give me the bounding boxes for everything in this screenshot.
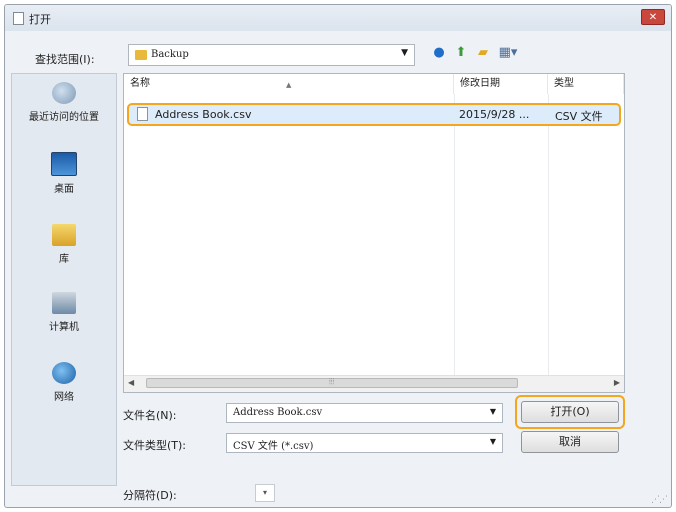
open-dialog: 打开 ✕ 查找范围(I): Backup ▼ ● ⬆ ▰ ▦▾ 最近访问的位置 …	[4, 4, 672, 508]
column-header-name[interactable]: 名称 ▲	[124, 74, 454, 94]
scroll-left-icon[interactable]: ◀	[128, 378, 134, 387]
cancel-button[interactable]: 取消	[521, 431, 619, 453]
title-bar: 打开 ✕	[5, 5, 671, 31]
column-divider	[454, 94, 455, 376]
resize-grip-icon[interactable]: ⋰⋰	[651, 495, 668, 505]
file-type: CSV 文件	[555, 110, 603, 123]
separator-label: 分隔符(D):	[123, 489, 177, 502]
filetype-dropdown[interactable]: CSV 文件 (*.csv) ▼	[226, 433, 503, 453]
look-in-dropdown[interactable]: Backup ▼	[128, 44, 415, 66]
places-bar: 最近访问的位置 桌面 库 计算机 网络	[11, 73, 117, 486]
place-label: 库	[59, 254, 69, 265]
file-name: Address Book.csv	[155, 108, 252, 121]
network-icon	[52, 362, 76, 384]
column-label: 类型	[554, 78, 574, 89]
view-menu-icon[interactable]: ▦▾	[497, 45, 519, 61]
file-list[interactable]: 名称 ▲ 修改日期 类型 Address Book.csv 2015/9/28 …	[123, 73, 625, 393]
place-library[interactable]: 库	[12, 224, 116, 265]
chevron-down-icon[interactable]: ▼	[490, 437, 496, 446]
file-row-selected[interactable]: Address Book.csv 2015/9/28 ... CSV 文件	[127, 103, 621, 126]
file-date: 2015/9/28 ...	[459, 108, 530, 121]
filename-input[interactable]: Address Book.csv ▼	[226, 403, 503, 423]
filetype-label: 文件类型(T):	[123, 439, 187, 452]
library-icon	[52, 224, 76, 246]
scroll-right-icon[interactable]: ▶	[614, 378, 620, 387]
dialog-title: 打开	[29, 13, 51, 26]
place-recent[interactable]: 最近访问的位置	[12, 82, 116, 123]
column-header-type[interactable]: 类型	[548, 74, 624, 94]
chevron-down-icon[interactable]: ▼	[401, 48, 408, 58]
place-computer[interactable]: 计算机	[12, 292, 116, 333]
column-label: 名称	[130, 78, 150, 89]
computer-icon	[52, 292, 76, 314]
new-folder-icon[interactable]: ▰	[475, 45, 491, 61]
document-icon	[13, 12, 24, 25]
recent-places-icon	[52, 82, 76, 104]
folder-icon	[135, 50, 147, 60]
separator-dropdown[interactable]: ▾	[255, 484, 275, 502]
thumb-grip-icon: ⦙⦙⦙	[329, 377, 335, 386]
csv-file-icon	[137, 107, 148, 121]
place-desktop[interactable]: 桌面	[12, 152, 116, 195]
column-label: 修改日期	[460, 78, 500, 89]
sort-ascending-icon: ▲	[286, 81, 292, 89]
desktop-icon	[51, 152, 77, 176]
filetype-value: CSV 文件 (*.csv)	[233, 441, 314, 452]
place-label: 网络	[54, 392, 74, 403]
scrollbar-thumb[interactable]: ⦙⦙⦙	[146, 377, 518, 388]
filename-label: 文件名(N):	[123, 409, 177, 422]
place-label: 最近访问的位置	[29, 112, 99, 123]
column-header-date[interactable]: 修改日期	[454, 74, 548, 94]
look-in-value: Backup	[151, 49, 189, 60]
place-label: 桌面	[54, 184, 74, 195]
filename-value: Address Book.csv	[233, 407, 323, 418]
place-network[interactable]: 网络	[12, 362, 116, 403]
look-in-label: 查找范围(I):	[35, 53, 95, 66]
horizontal-scrollbar[interactable]: ◀ ⦙⦙⦙ ▶	[124, 375, 624, 392]
column-divider	[548, 94, 549, 376]
back-icon[interactable]: ●	[431, 45, 447, 61]
chevron-down-icon[interactable]: ▼	[490, 407, 496, 416]
close-button[interactable]: ✕	[641, 9, 665, 25]
place-label: 计算机	[49, 322, 79, 333]
up-folder-icon[interactable]: ⬆	[453, 45, 469, 61]
open-button[interactable]: 打开(O)	[521, 401, 619, 423]
